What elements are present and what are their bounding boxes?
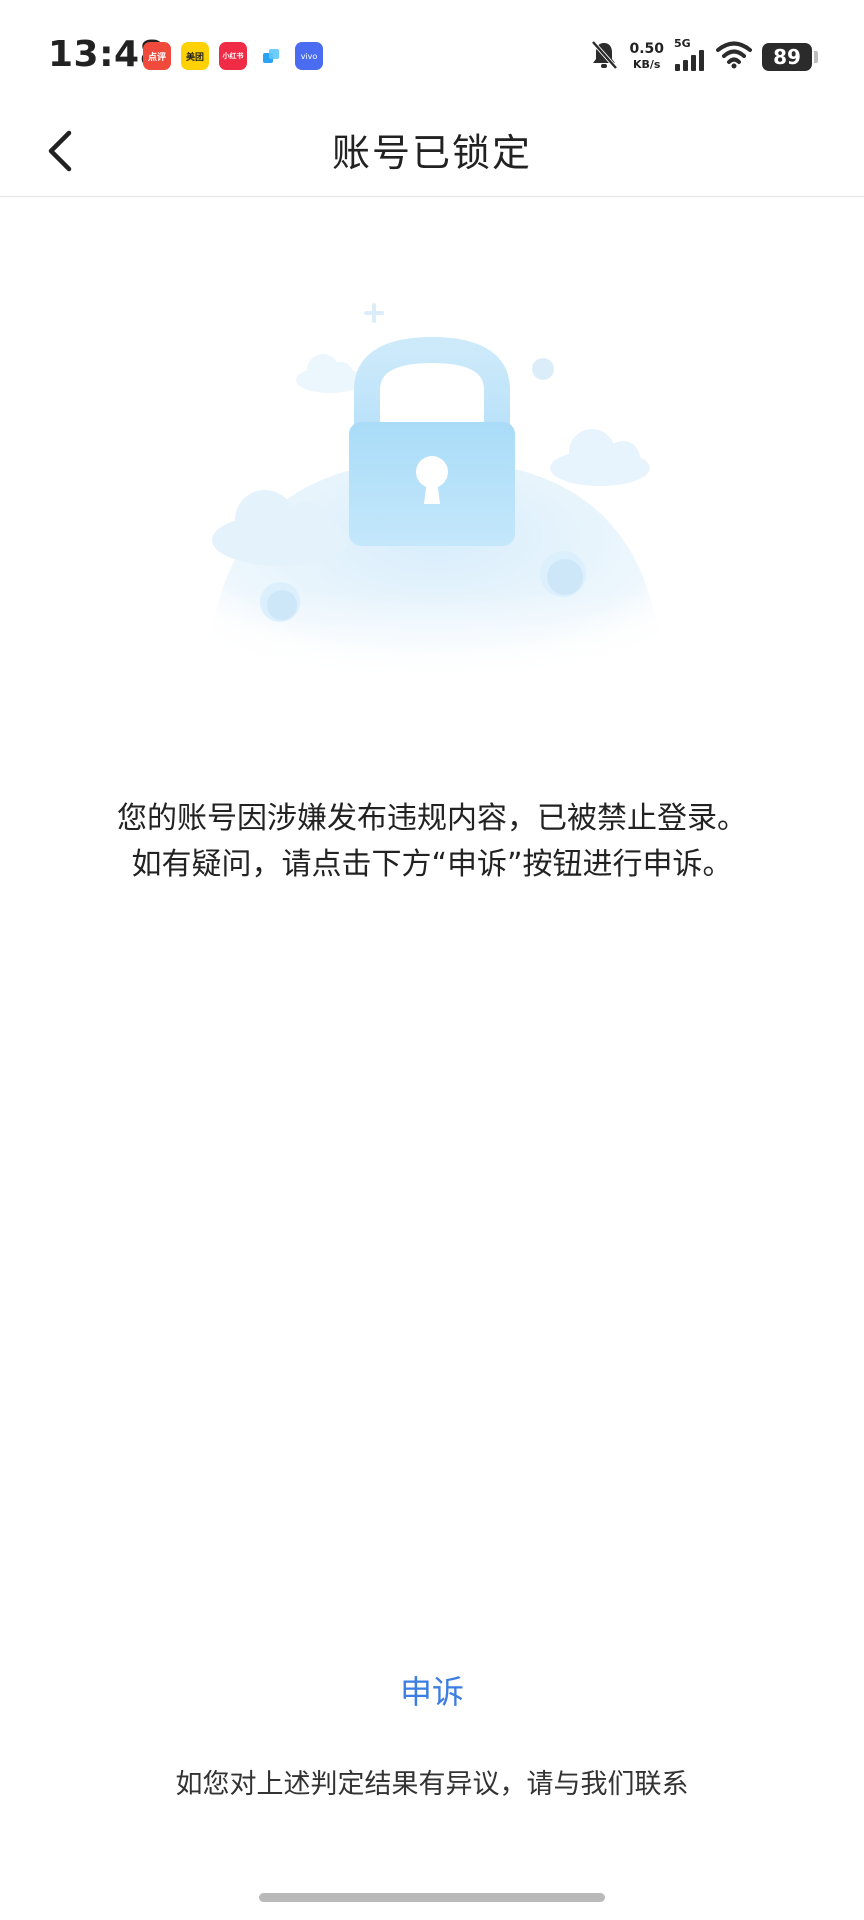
status-indicators: 0.50 KB/s 5G 89 (589, 38, 818, 75)
vivo-app-icon: vivo (295, 42, 323, 70)
blue-app-icon (257, 42, 285, 70)
dianping-app-icon: 点评 (143, 42, 171, 70)
signal-bars-icon (674, 49, 706, 75)
contact-us-note: 如您对上述判定结果有异议，请与我们联系 (175, 1769, 689, 1800)
notification-app-icons: 点评 美团 小红书 vivo (143, 42, 323, 70)
status-bar: 13:48 点评 美团 小红书 vivo 0.50 KB/s 5G 89 (0, 0, 864, 110)
network-speed-unit: KB/s (632, 57, 661, 71)
locked-padlock-illustration (195, 290, 669, 690)
appeal-button[interactable]: 申诉 (382, 1664, 482, 1720)
cellular-signal: 5G (674, 38, 706, 75)
battery-indicator: 89 (762, 42, 818, 71)
locked-account-screen: 13:48 点评 美团 小红书 vivo 0.50 KB/s 5G 89 账号已… (0, 0, 864, 1920)
battery-icon: 89 (762, 42, 812, 71)
lock-message-line-2: 如有疑问，请点击下方“申诉”按钮进行申诉。 (131, 847, 733, 882)
network-type: 5G (674, 37, 691, 50)
lock-message: 您的账号因涉嫌发布违规内容，已被禁止登录。 如有疑问，请点击下方“申诉”按钮进行… (40, 796, 824, 888)
network-speed-value: 0.50 (629, 40, 664, 57)
navigation-bar: 账号已锁定 (0, 110, 864, 197)
meituan-app-icon: 美团 (181, 42, 209, 70)
network-speed: 0.50 KB/s (629, 40, 664, 72)
xiaohongshu-app-icon: 小红书 (219, 42, 247, 70)
page-title: 账号已锁定 (331, 131, 532, 175)
battery-cap (814, 50, 818, 63)
bell-muted-icon (589, 39, 619, 75)
lock-message-line-1: 您的账号因涉嫌发布违规内容，已被禁止登录。 (117, 801, 747, 836)
wifi-icon (716, 41, 752, 73)
home-indicator[interactable] (259, 1893, 605, 1902)
